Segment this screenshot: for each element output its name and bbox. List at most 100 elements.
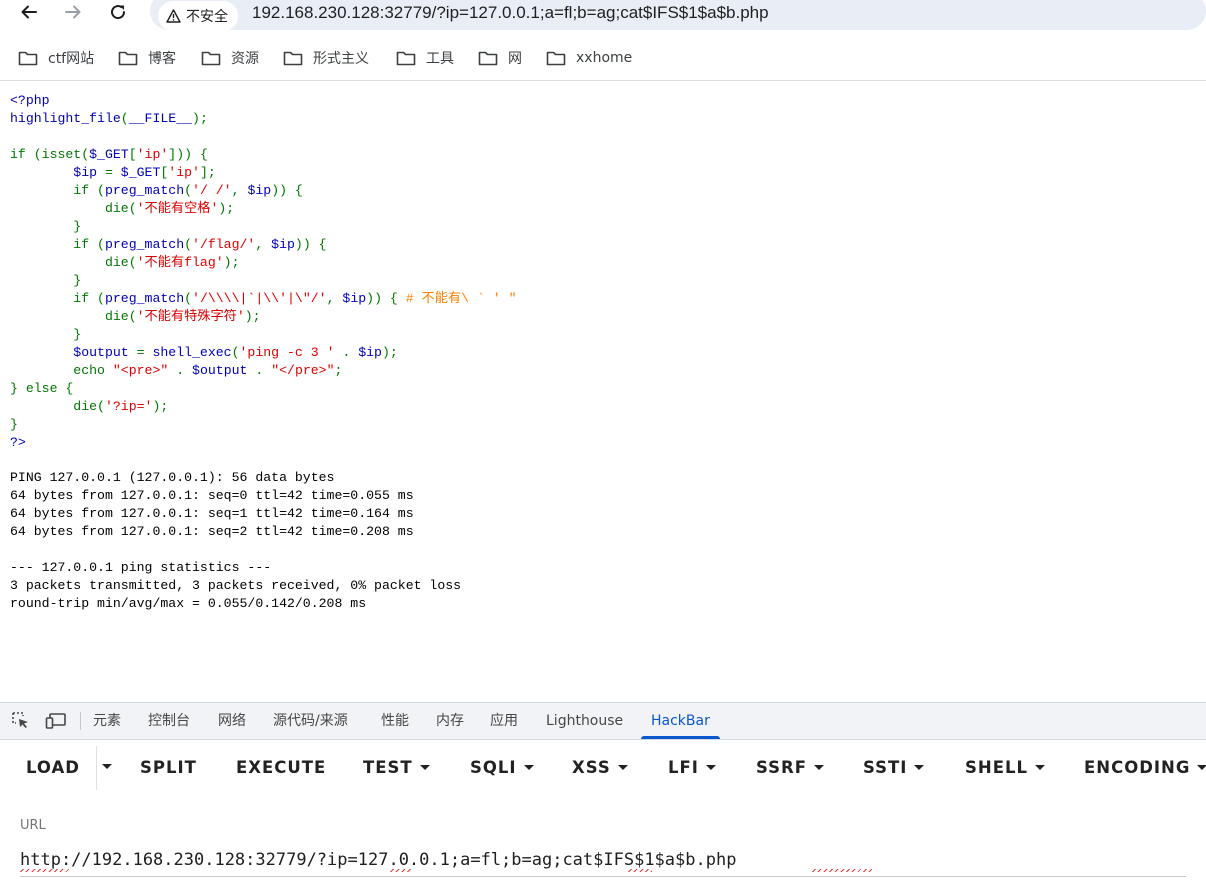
tab-network[interactable]: 网络: [218, 703, 246, 739]
load-button[interactable]: LOAD: [26, 746, 80, 790]
code-token: $output: [10, 345, 137, 360]
xss-menu-button[interactable]: XSS: [572, 746, 628, 790]
ssrf-menu-button[interactable]: SSRF: [756, 746, 825, 790]
test-label: TEST: [363, 758, 413, 777]
browser-toolbar: 不安全 192.168.230.128:32779/?ip=127.0.0.1;…: [0, 0, 1206, 36]
ssti-menu-button[interactable]: SSTI: [863, 746, 925, 790]
code-token: (: [184, 237, 193, 252]
code-token: ,: [231, 183, 248, 198]
chevron-down-icon: [419, 765, 430, 770]
chevron-down-icon: [814, 765, 825, 770]
test-menu-button[interactable]: TEST: [363, 746, 430, 790]
sqli-menu-button[interactable]: SQLI: [470, 746, 534, 790]
code-token: $_GET: [89, 147, 129, 162]
chevron-down-icon: [523, 765, 534, 770]
code-token: echo: [10, 363, 113, 378]
code-token: die(: [10, 399, 105, 414]
bookmark-folder[interactable]: 资源: [201, 46, 259, 70]
encoding-label: ENCODING: [1084, 758, 1191, 777]
code-token: $output: [192, 363, 248, 378]
chevron-down-icon: [1197, 765, 1206, 770]
ping-output: PING 127.0.0.1 (127.0.0.1): 56 data byte…: [10, 469, 461, 613]
address-bar[interactable]: 不安全 192.168.230.128:32779/?ip=127.0.0.1;…: [150, 0, 1206, 31]
code-line: }: [10, 273, 82, 288]
bookmark-folder[interactable]: 形式主义: [283, 46, 369, 70]
spellcheck-underline: [812, 869, 872, 872]
security-chip[interactable]: 不安全: [158, 1, 238, 31]
execute-button[interactable]: EXECUTE: [236, 746, 326, 790]
bookmark-folder[interactable]: ctf网站: [18, 46, 94, 70]
code-token: if (: [10, 237, 105, 252]
bookmark-folder[interactable]: 博客: [118, 46, 176, 70]
code-token: (: [184, 183, 193, 198]
code-line: } else {: [10, 381, 74, 396]
bookmark-label: xxhome: [576, 50, 633, 66]
inspect-element-icon[interactable]: [11, 711, 31, 731]
code-token: $_GET: [120, 165, 161, 180]
output-line: 64 bytes from 127.0.0.1: seq=2 ttl=42 ti…: [10, 524, 414, 539]
tab-console[interactable]: 控制台: [148, 703, 190, 739]
folder-icon: [118, 51, 138, 66]
code-token: .: [168, 363, 193, 378]
code-token: ])) {: [168, 147, 208, 162]
code-token: )) {: [294, 237, 327, 252]
code-token: ];: [199, 165, 216, 180]
tab-memory[interactable]: 内存: [436, 703, 464, 739]
code-token: =: [136, 345, 153, 360]
bookmark-label: 网: [508, 51, 522, 67]
code-token: );: [192, 111, 208, 126]
output-line: PING 127.0.0.1 (127.0.0.1): 56 data byte…: [10, 470, 335, 485]
hackbar-toolbar: LOAD SPLIT EXECUTE TEST SQLI XSS LFI SSR…: [0, 746, 1206, 790]
code-token: );: [218, 201, 235, 216]
code-token: $ip: [358, 345, 382, 360]
code-token: )) {: [271, 183, 303, 198]
tab-elements[interactable]: 元素: [93, 703, 121, 739]
code-line: ?>: [10, 435, 26, 450]
tab-performance[interactable]: 性能: [381, 703, 409, 739]
output-line: --- 127.0.0.1 ping statistics ---: [10, 560, 272, 575]
forward-button[interactable]: [58, 0, 88, 24]
device-toolbar-icon[interactable]: [45, 711, 67, 731]
tab-sources[interactable]: 源代码/来源: [273, 703, 348, 739]
code-token: '不能有空格': [136, 201, 219, 216]
code-line: }: [10, 219, 82, 234]
output-line: 3 packets transmitted, 3 packets receive…: [10, 578, 462, 593]
code-token: 'ip': [136, 147, 169, 162]
bookmark-folder[interactable]: 网: [478, 46, 522, 70]
lfi-label: LFI: [668, 758, 699, 777]
hackbar-url-input[interactable]: [20, 846, 1180, 874]
shell-label: SHELL: [965, 758, 1028, 777]
code-token: die(: [10, 309, 137, 324]
lfi-menu-button[interactable]: LFI: [668, 746, 716, 790]
code-token: preg_match: [104, 237, 185, 252]
folder-icon: [396, 51, 416, 66]
back-button[interactable]: [14, 0, 44, 24]
folder-icon: [201, 51, 221, 66]
reload-button[interactable]: [103, 0, 133, 24]
tab-lighthouse[interactable]: Lighthouse: [546, 703, 623, 739]
code-token: =: [104, 165, 121, 180]
bookmark-folder[interactable]: xxhome: [546, 46, 632, 70]
bookmark-folder[interactable]: 工具: [396, 46, 454, 70]
folder-icon: [546, 51, 566, 66]
code-token: );: [223, 255, 240, 270]
tab-application[interactable]: 应用: [490, 703, 518, 739]
code-token: die(: [10, 255, 137, 270]
shell-menu-button[interactable]: SHELL: [965, 746, 1045, 790]
code-token: .: [247, 363, 272, 378]
folder-icon: [478, 51, 498, 66]
code-token: $ip: [10, 165, 105, 180]
split-button[interactable]: SPLIT: [140, 746, 197, 790]
code-token: preg_match: [104, 291, 185, 306]
code-token: '/ /': [192, 183, 232, 198]
code-token: highlight_file: [10, 111, 121, 126]
tab-hackbar[interactable]: HackBar: [641, 703, 720, 739]
encoding-menu-button[interactable]: ENCODING: [1084, 746, 1206, 790]
load-dropdown-icon[interactable]: [102, 764, 112, 769]
execute-label: EXECUTE: [236, 758, 327, 777]
chevron-down-icon: [1035, 765, 1045, 770]
code-token: (: [231, 345, 240, 360]
toolbar-divider: [80, 712, 81, 730]
address-url[interactable]: 192.168.230.128:32779/?ip=127.0.0.1;a=fl…: [252, 3, 769, 23]
code-token: '不能有特殊字符': [136, 309, 245, 324]
